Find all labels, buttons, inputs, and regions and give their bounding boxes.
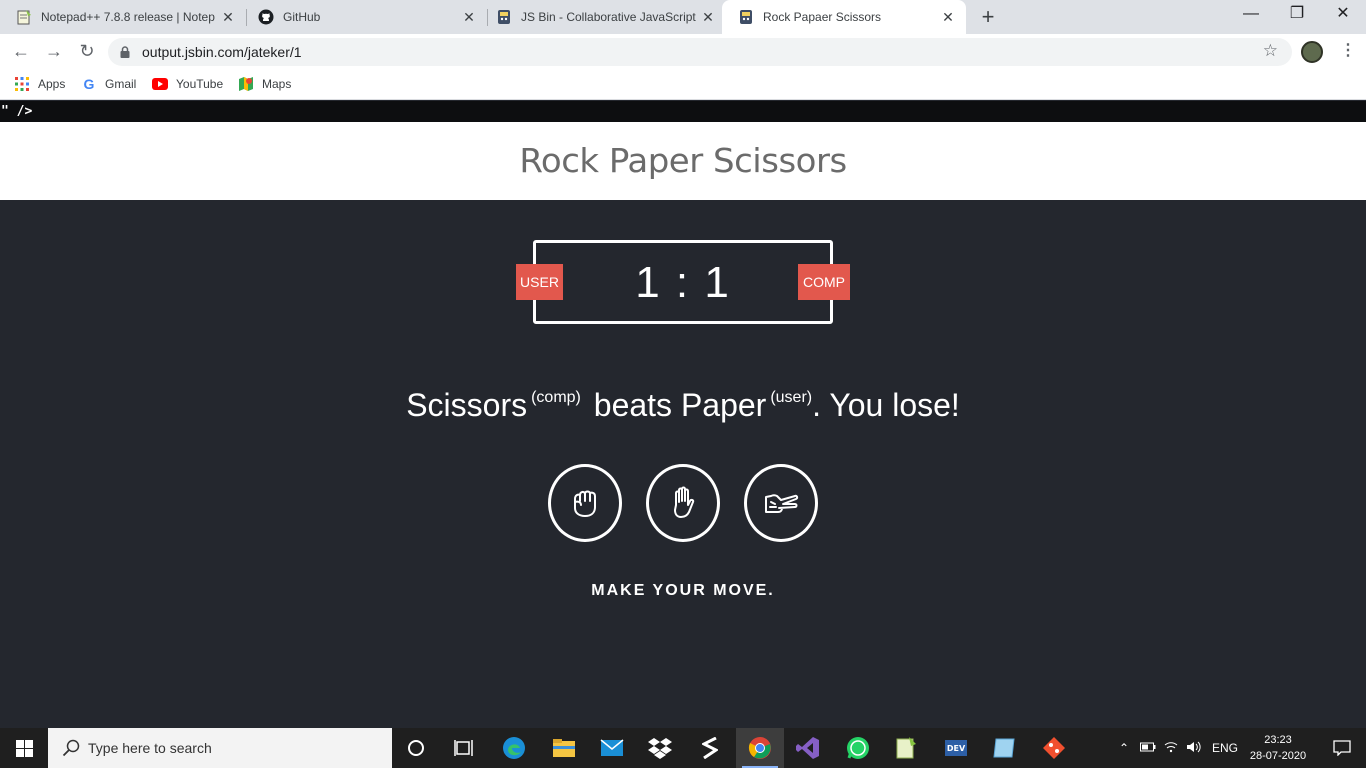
make-move-prompt: MAKE YOUR MOVE. <box>591 582 775 599</box>
bookmark-label: Gmail <box>105 77 137 91</box>
bookmark-youtube[interactable]: YouTube <box>152 76 223 92</box>
result-message: Scissors (comp) beats Paper (user). You lo… <box>0 378 1366 425</box>
tab-jsbin[interactable]: JS Bin - Collaborative JavaScript [ ✕ <box>480 0 726 34</box>
volume-icon[interactable] <box>1186 741 1202 756</box>
notes-icon[interactable] <box>980 728 1028 768</box>
devcpp-icon[interactable]: DEV <box>932 728 980 768</box>
paper-button[interactable] <box>646 464 720 542</box>
notepadpp-icon[interactable] <box>882 728 930 768</box>
scissors-button[interactable] <box>744 464 818 542</box>
user-badge: USER <box>516 264 563 300</box>
taskbar-search[interactable]: Type here to search <box>48 728 392 768</box>
bookmark-label: Maps <box>262 77 292 91</box>
jsbin-icon <box>738 9 754 25</box>
chevron-up-icon[interactable]: ⌃ <box>1116 741 1132 755</box>
google-icon: G <box>83 76 95 92</box>
result-verb: beats <box>593 387 673 423</box>
comp-badge: COMP <box>798 264 850 300</box>
profile-avatar[interactable] <box>1301 41 1323 63</box>
bookmark-maps[interactable]: Maps <box>238 76 291 92</box>
tab-title: Notepad++ 7.8.8 release | Notep <box>41 10 215 24</box>
new-tab-button[interactable]: + <box>978 4 998 30</box>
clock-time: 23:23 <box>1264 734 1292 746</box>
windows-logo-icon <box>15 739 33 757</box>
whatsapp-icon[interactable] <box>834 728 882 768</box>
stray-markup-text: " /> <box>0 101 1366 122</box>
address-bar: ← → ↻ output.jsbin.com/jateker/1 ☆ ⋮ <box>0 34 1366 70</box>
score-value: 1 : 1 <box>635 258 731 307</box>
visual-studio-icon[interactable] <box>784 728 832 768</box>
tab-close-button[interactable]: ✕ <box>938 9 958 26</box>
cortana-icon[interactable] <box>392 728 440 768</box>
rock-fist-icon <box>574 490 596 517</box>
maps-icon <box>238 76 254 92</box>
rock-button[interactable] <box>548 464 622 542</box>
tab-close-button[interactable]: ✕ <box>218 9 238 26</box>
lock-icon <box>120 46 130 58</box>
apps-grid-icon <box>14 76 30 92</box>
mail-icon[interactable] <box>588 728 636 768</box>
edge-icon[interactable] <box>490 728 538 768</box>
jsbin-icon <box>496 9 512 25</box>
language-indicator[interactable]: ENG <box>1212 741 1238 755</box>
reload-button[interactable]: ↻ <box>76 40 98 62</box>
result-outcome: . You lose! <box>812 387 960 423</box>
bookmark-label: Apps <box>38 77 66 91</box>
tab-title: JS Bin - Collaborative JavaScript [ <box>521 10 698 24</box>
bookmarks-bar: Apps G Gmail YouTube Maps <box>0 70 1366 100</box>
tab-close-button[interactable]: ✕ <box>459 9 479 26</box>
wifi-icon[interactable] <box>1164 741 1178 756</box>
tab-strip: Notepad++ 7.8.8 release | Notep ✕ GitHub… <box>0 0 1366 34</box>
github-icon <box>258 9 274 25</box>
system-tray: ⌃ ENG <box>1116 728 1238 768</box>
scoreboard: 1 : 1 <box>533 240 833 324</box>
sublime-icon[interactable] <box>686 728 734 768</box>
tab-close-button[interactable]: ✕ <box>698 9 718 26</box>
scissors-hand-icon <box>765 494 799 513</box>
svg-text:DEV: DEV <box>947 744 966 753</box>
battery-icon[interactable] <box>1140 741 1156 755</box>
back-button[interactable]: ← <box>10 40 32 62</box>
task-view-icon[interactable] <box>440 728 488 768</box>
notepad-icon <box>16 9 32 25</box>
browser-menu-icon[interactable]: ⋮ <box>1340 40 1356 60</box>
search-placeholder: Type here to search <box>88 740 212 756</box>
omnibox[interactable]: output.jsbin.com/jateker/1 ☆ <box>108 38 1292 66</box>
user-tag: (user) <box>770 389 813 406</box>
page-title: Rock Paper Scissors <box>519 141 847 181</box>
paper-hand-icon <box>674 486 695 518</box>
page-header: Rock Paper Scissors <box>0 122 1366 200</box>
bookmark-apps[interactable]: Apps <box>14 76 65 92</box>
url-text: output.jsbin.com/jateker/1 <box>142 44 302 60</box>
bookmark-label: YouTube <box>176 77 224 91</box>
start-button[interactable] <box>0 728 48 768</box>
chrome-icon[interactable] <box>736 728 784 768</box>
search-icon <box>62 739 80 757</box>
file-explorer-icon[interactable] <box>540 728 588 768</box>
tab-title: GitHub <box>283 10 321 24</box>
comp-choice: Scissors <box>406 387 528 423</box>
user-choice: Paper <box>680 387 767 423</box>
comp-tag: (comp) <box>531 389 581 406</box>
maximize-button[interactable]: ❐ <box>1274 0 1320 30</box>
bookmark-star-icon[interactable]: ☆ <box>1263 41 1278 61</box>
git-icon[interactable] <box>1030 728 1078 768</box>
tab-title: Rock Papaer Scissors <box>763 10 882 24</box>
forward-button[interactable]: → <box>43 40 65 62</box>
notifications-icon[interactable] <box>1318 728 1366 768</box>
tab-github[interactable]: GitHub ✕ <box>242 0 487 34</box>
clock-date: 28-07-2020 <box>1249 750 1307 762</box>
windows-taskbar: Type here to search DEV ⌃ ENG 23:23 28-0… <box>0 728 1366 768</box>
close-window-button[interactable]: ✕ <box>1320 0 1366 30</box>
tab-rock-paper-scissors[interactable]: Rock Papaer Scissors ✕ <box>722 0 966 34</box>
clock[interactable]: 23:23 28-07-2020 <box>1244 732 1312 764</box>
dropbox-icon[interactable] <box>636 728 684 768</box>
tab-notepad[interactable]: Notepad++ 7.8.8 release | Notep ✕ <box>0 0 246 34</box>
youtube-icon <box>152 76 168 92</box>
minimize-button[interactable]: — <box>1228 0 1274 30</box>
bookmark-gmail[interactable]: G Gmail <box>81 76 137 92</box>
